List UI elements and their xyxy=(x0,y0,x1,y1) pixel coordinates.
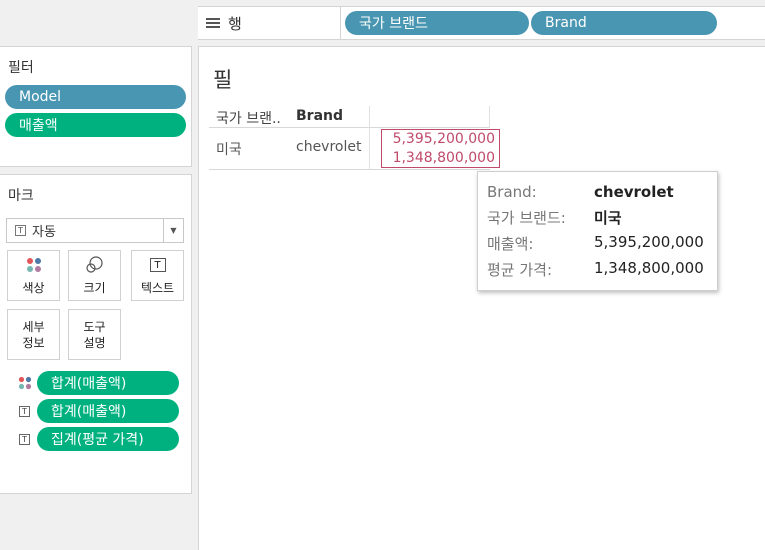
tooltip-key: 평균 가격: xyxy=(487,261,553,279)
cell-sum-sales: 5,395,200,000 xyxy=(392,131,495,147)
mark-pill-avg-price-text[interactable]: 집계(평균 가격) xyxy=(37,427,179,451)
text-icon: T xyxy=(16,431,33,448)
header-divider xyxy=(369,106,370,128)
rows-pill-brand[interactable]: Brand xyxy=(531,11,717,35)
tooltip-popup: Brand: chevrolet 국가 브랜드: 미국 매출액: 5,395,2… xyxy=(477,171,718,291)
header-brand[interactable]: Brand xyxy=(296,108,343,124)
rows-icon xyxy=(206,18,220,28)
rows-shelf-label: 행 xyxy=(198,7,341,39)
tooltip-button-label-1: 도구 xyxy=(83,319,106,334)
filter-pill-model[interactable]: Model xyxy=(5,85,186,109)
chevron-down-icon[interactable]: ▼ xyxy=(163,219,183,242)
detail-button-label-1: 세부 xyxy=(22,319,45,334)
table-row: 미국 chevrolet 5,395,200,000 1,348,800,000 xyxy=(209,128,500,170)
size-button-label: 크기 xyxy=(83,281,106,295)
text-icon: T xyxy=(15,225,26,236)
rows-shelf: 행 국가 브랜드 Brand xyxy=(198,6,765,40)
color-button[interactable]: 색상 xyxy=(7,250,60,301)
filters-title: 필터 xyxy=(8,60,34,76)
mark-field-color: 합계(매출액) xyxy=(16,371,179,395)
worksheet-view: 필 국가 브랜.. Brand 미국 chevrolet 5,395,200,0… xyxy=(198,46,765,550)
tooltip-key: Brand: xyxy=(487,183,537,201)
mark-pill-sum-sales-text[interactable]: 합계(매출액) xyxy=(37,399,179,423)
cell-brand[interactable]: chevrolet xyxy=(296,139,361,155)
cell-country[interactable]: 미국 xyxy=(216,139,242,159)
marks-title: 마크 xyxy=(8,188,34,204)
mark-field-text-1: T 합계(매출액) xyxy=(16,399,179,423)
size-icon xyxy=(85,255,105,275)
header-divider xyxy=(489,106,490,128)
detail-button[interactable]: 세부 정보 xyxy=(7,309,60,360)
row-divider xyxy=(369,128,370,170)
filters-card: 필터 Model 매출액 xyxy=(0,46,192,167)
tooltip-key: 국가 브랜드: xyxy=(487,209,566,227)
mark-type-dropdown[interactable]: T 자동 ▼ xyxy=(6,218,184,243)
table-header: 국가 브랜.. Brand xyxy=(209,106,490,128)
tooltip-button[interactable]: 도구 설명 xyxy=(68,309,121,360)
size-button[interactable]: 크기 xyxy=(68,250,121,301)
text-icon: T xyxy=(149,255,166,275)
rows-label-text: 행 xyxy=(228,14,242,33)
cell-avg-price: 1,348,800,000 xyxy=(392,150,495,166)
tooltip-value: 미국 xyxy=(594,209,622,227)
color-button-label: 색상 xyxy=(22,281,45,295)
header-country-brand[interactable]: 국가 브랜.. xyxy=(216,108,281,128)
mark-field-text-2: T 집계(평균 가격) xyxy=(16,427,179,451)
cell-values-selected[interactable]: 5,395,200,000 1,348,800,000 xyxy=(381,129,500,168)
tooltip-key: 매출액: xyxy=(487,235,534,253)
color-dots-icon xyxy=(26,255,42,275)
text-icon: T xyxy=(16,403,33,420)
mark-pill-sum-sales-color[interactable]: 합계(매출액) xyxy=(37,371,179,395)
color-dots-icon xyxy=(16,375,33,392)
tooltip-value: 1,348,800,000 xyxy=(594,259,704,277)
tooltip-value: 5,395,200,000 xyxy=(594,233,704,251)
detail-button-label-2: 정보 xyxy=(22,335,45,350)
filter-pill-sales[interactable]: 매출액 xyxy=(5,113,186,137)
tooltip-button-label-2: 설명 xyxy=(83,335,106,350)
marks-card: 마크 T 자동 ▼ 색상 크기 T 텍스트 세부 정보 도구 설명 합계(매출액… xyxy=(0,174,192,494)
mark-type-value: 자동 xyxy=(32,225,56,240)
tooltip-value: chevrolet xyxy=(594,183,674,201)
rows-pill-country-brand[interactable]: 국가 브랜드 xyxy=(345,11,529,35)
text-button[interactable]: T 텍스트 xyxy=(131,250,184,301)
text-button-label: 텍스트 xyxy=(140,281,175,295)
sheet-title: 필 xyxy=(213,68,233,92)
